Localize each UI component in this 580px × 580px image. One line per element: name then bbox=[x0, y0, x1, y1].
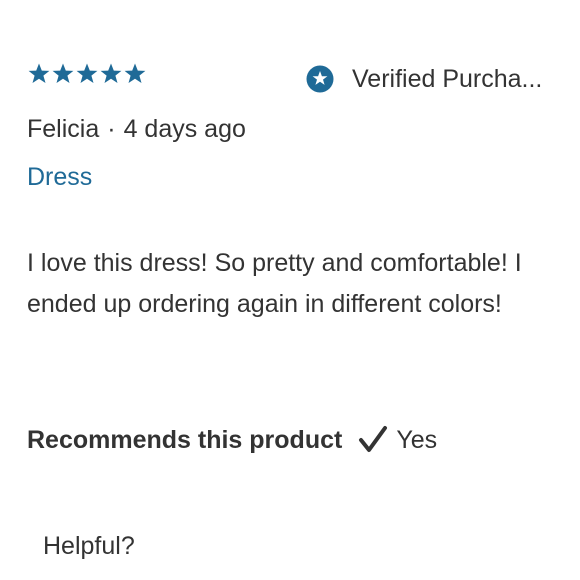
recommends-value: Yes bbox=[396, 425, 438, 454]
recommends-row: Recommends this product Yes bbox=[27, 423, 437, 457]
review-body: I love this dress! So pretty and comfort… bbox=[27, 249, 522, 318]
verified-purchase-badge: Verified Purcha... bbox=[306, 62, 576, 96]
verified-purchase-label: Verified Purcha... bbox=[352, 64, 543, 93]
star-icon bbox=[124, 63, 146, 83]
product-variant-link[interactable]: Dress bbox=[27, 163, 92, 192]
separator: · bbox=[107, 115, 116, 143]
star-icon bbox=[76, 63, 98, 83]
verified-star-badge-icon bbox=[306, 65, 334, 93]
star-icon bbox=[28, 63, 50, 83]
checkmark-icon bbox=[359, 426, 388, 452]
star-icon bbox=[100, 63, 122, 83]
helpful-prompt[interactable]: Helpful? bbox=[43, 532, 135, 561]
recommends-label: Recommends this product bbox=[27, 425, 343, 454]
star-rating bbox=[27, 62, 147, 92]
review-date: 4 days ago bbox=[123, 115, 246, 143]
star-icon bbox=[52, 63, 74, 83]
review-card: Verified Purcha... Felicia · 4 days ago Dr… bbox=[0, 0, 580, 580]
author-line: Felicia · 4 days ago bbox=[27, 115, 246, 144]
author-name: Felicia bbox=[27, 115, 100, 143]
